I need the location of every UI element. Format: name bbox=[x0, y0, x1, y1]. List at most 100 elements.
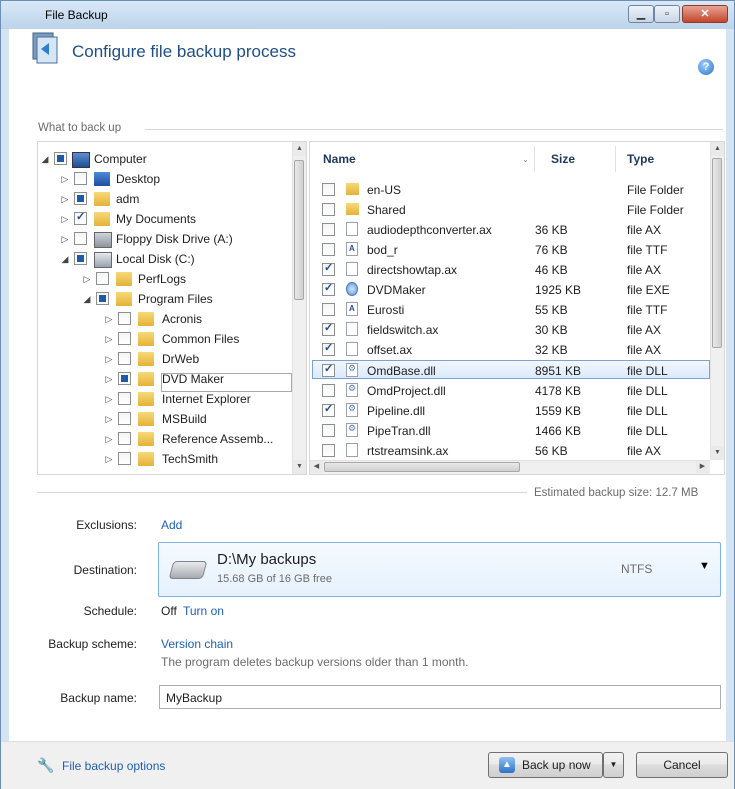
file-row[interactable]: bod_r 76 KB file TTF bbox=[310, 239, 710, 259]
expanded-arrow-icon[interactable]: ◢ bbox=[40, 153, 50, 165]
tree-checkbox[interactable] bbox=[118, 412, 131, 425]
column-divider[interactable] bbox=[534, 146, 535, 172]
tree-item-acronis[interactable]: ▷ Acronis bbox=[38, 309, 292, 329]
tree-item-desktop[interactable]: ▷ Desktop bbox=[38, 169, 292, 189]
close-button[interactable]: ✕ bbox=[682, 5, 728, 23]
file-checkbox[interactable] bbox=[322, 444, 335, 457]
file-row[interactable]: audiodepthconverter.ax 36 KB file AX bbox=[310, 219, 710, 239]
collapsed-arrow-icon[interactable]: ▷ bbox=[60, 173, 70, 185]
dropdown-arrow-icon[interactable]: ▼ bbox=[699, 560, 710, 572]
expanded-arrow-icon[interactable]: ◢ bbox=[60, 253, 70, 265]
file-checkbox[interactable] bbox=[322, 183, 335, 196]
tree-item-program-files[interactable]: ◢ Program Files bbox=[38, 289, 292, 309]
scroll-up-icon[interactable]: ▲ bbox=[711, 142, 724, 156]
file-row[interactable]: Eurosti 55 KB file TTF bbox=[310, 299, 710, 319]
file-list[interactable]: Name ⌄ Size Type en-US File Folder Shared… bbox=[309, 141, 725, 475]
file-checkbox[interactable] bbox=[322, 384, 335, 397]
file-list-horizontal-scrollbar[interactable]: ◀ ▶ bbox=[310, 460, 710, 474]
collapsed-arrow-icon[interactable]: ▷ bbox=[82, 273, 92, 285]
scroll-down-icon[interactable]: ▼ bbox=[293, 460, 306, 474]
tree-checkbox[interactable] bbox=[96, 272, 109, 285]
column-name[interactable]: Name bbox=[323, 152, 356, 166]
file-checkbox[interactable] bbox=[322, 303, 335, 316]
scroll-down-icon[interactable]: ▼ bbox=[711, 446, 724, 460]
collapsed-arrow-icon[interactable]: ▷ bbox=[104, 333, 114, 345]
folder-tree[interactable]: ◢ Computer ▷ Desktop ▷ adm ▷ My Document… bbox=[37, 141, 307, 475]
file-checkbox[interactable] bbox=[322, 402, 335, 417]
file-row[interactable]: PipeTran.dll 1466 KB file DLL bbox=[310, 420, 710, 440]
file-row[interactable]: directshowtap.ax 46 KB file AX bbox=[310, 259, 710, 279]
file-row[interactable]: OmdProject.dll 4178 KB file DLL bbox=[310, 380, 710, 400]
column-type[interactable]: Type bbox=[627, 152, 654, 166]
add-exclusions-link[interactable]: Add bbox=[161, 518, 182, 532]
file-checkbox[interactable] bbox=[322, 362, 335, 377]
collapsed-arrow-icon[interactable]: ▷ bbox=[104, 433, 114, 445]
file-checkbox[interactable] bbox=[322, 321, 335, 336]
file-checkbox[interactable] bbox=[322, 243, 335, 256]
column-size[interactable]: Size bbox=[551, 152, 575, 166]
tree-item-internet-explorer[interactable]: ▷ Internet Explorer bbox=[38, 389, 292, 409]
file-checkbox[interactable] bbox=[322, 281, 335, 296]
scroll-right-icon[interactable]: ▶ bbox=[696, 461, 709, 473]
file-checkbox[interactable] bbox=[322, 203, 335, 216]
tree-checkbox[interactable] bbox=[118, 392, 131, 405]
collapsed-arrow-icon[interactable]: ▷ bbox=[60, 193, 70, 205]
tree-checkbox[interactable] bbox=[54, 152, 67, 165]
file-row[interactable]: Pipeline.dll 1559 KB file DLL bbox=[310, 400, 710, 420]
tree-item-adm[interactable]: ▷ adm bbox=[38, 189, 292, 209]
tree-item-my-documents[interactable]: ▷ My Documents bbox=[38, 209, 292, 229]
file-row[interactable]: Shared File Folder bbox=[310, 199, 710, 219]
file-row[interactable]: fieldswitch.ax 30 KB file AX bbox=[310, 319, 710, 339]
turn-on-link[interactable]: Turn on bbox=[183, 604, 224, 618]
expanded-arrow-icon[interactable]: ◢ bbox=[82, 293, 92, 305]
tree-item-msbuild[interactable]: ▷ MSBuild bbox=[38, 409, 292, 429]
file-checkbox[interactable] bbox=[322, 223, 335, 236]
collapsed-arrow-icon[interactable]: ▷ bbox=[104, 393, 114, 405]
destination-selector[interactable]: D:\My backups 15.68 GB of 16 GB free NTF… bbox=[158, 542, 721, 597]
back-up-now-dropdown-button[interactable]: ▼ bbox=[603, 752, 624, 778]
column-divider[interactable] bbox=[615, 146, 616, 172]
file-checkbox[interactable] bbox=[322, 424, 335, 437]
tree-checkbox[interactable] bbox=[74, 210, 87, 225]
tree-item-dvd-maker[interactable]: ▷ DVD Maker bbox=[38, 369, 292, 389]
collapsed-arrow-icon[interactable]: ▷ bbox=[60, 213, 70, 225]
tree-item-common-files[interactable]: ▷ Common Files bbox=[38, 329, 292, 349]
collapsed-arrow-icon[interactable]: ▷ bbox=[60, 233, 70, 245]
tree-item-floppy[interactable]: ▷ Floppy Disk Drive (A:) bbox=[38, 229, 292, 249]
collapsed-arrow-icon[interactable]: ▷ bbox=[104, 453, 114, 465]
tree-checkbox[interactable] bbox=[118, 332, 131, 345]
scroll-left-icon[interactable]: ◀ bbox=[310, 461, 323, 473]
file-checkbox[interactable] bbox=[322, 261, 335, 276]
tree-checkbox[interactable] bbox=[118, 432, 131, 445]
wrench-icon[interactable]: 🔧 bbox=[37, 757, 54, 774]
collapsed-arrow-icon[interactable]: ▷ bbox=[104, 313, 114, 325]
scroll-up-icon[interactable]: ▲ bbox=[293, 142, 306, 156]
tree-checkbox[interactable] bbox=[118, 312, 131, 325]
tree-item-local-disk[interactable]: ◢ Local Disk (C:) bbox=[38, 249, 292, 269]
tree-item-reference-assemblies[interactable]: ▷ Reference Assemb... bbox=[38, 429, 292, 449]
maximize-button[interactable]: ▫ bbox=[654, 5, 680, 23]
file-backup-options-link[interactable]: File backup options bbox=[62, 759, 165, 773]
tree-checkbox[interactable] bbox=[118, 352, 131, 365]
tree-scrollbar[interactable]: ▲ ▼ bbox=[292, 142, 306, 474]
tree-checkbox[interactable] bbox=[118, 452, 131, 465]
version-chain-link[interactable]: Version chain bbox=[161, 637, 233, 651]
tree-item-perflogs[interactable]: ▷ PerfLogs bbox=[38, 269, 292, 289]
title-bar[interactable]: File Backup ▁ ▫ ✕ bbox=[1, 1, 734, 29]
backup-name-input[interactable]: MyBackup bbox=[159, 685, 721, 709]
file-list-vertical-scrollbar[interactable]: ▲ ▼ bbox=[710, 142, 724, 460]
file-row[interactable]: en-US File Folder bbox=[310, 179, 710, 199]
tree-checkbox[interactable] bbox=[96, 292, 109, 305]
tree-checkbox[interactable] bbox=[74, 252, 87, 265]
file-list-scroll-thumb[interactable] bbox=[712, 158, 722, 348]
minimize-button[interactable]: ▁ bbox=[628, 5, 654, 23]
file-list-hscroll-thumb[interactable] bbox=[324, 462, 520, 472]
tree-checkbox[interactable] bbox=[74, 232, 87, 245]
tree-checkbox[interactable] bbox=[74, 192, 87, 205]
file-row[interactable]: DVDMaker 1925 KB file EXE bbox=[310, 279, 710, 299]
cancel-button[interactable]: Cancel bbox=[636, 752, 728, 778]
tree-item-computer[interactable]: ◢ Computer bbox=[38, 149, 292, 169]
file-row[interactable]: offset.ax 32 KB file AX bbox=[310, 339, 710, 359]
tree-checkbox[interactable] bbox=[74, 172, 87, 185]
file-row-selected[interactable]: OmdBase.dll 8951 KB file DLL bbox=[310, 360, 710, 380]
